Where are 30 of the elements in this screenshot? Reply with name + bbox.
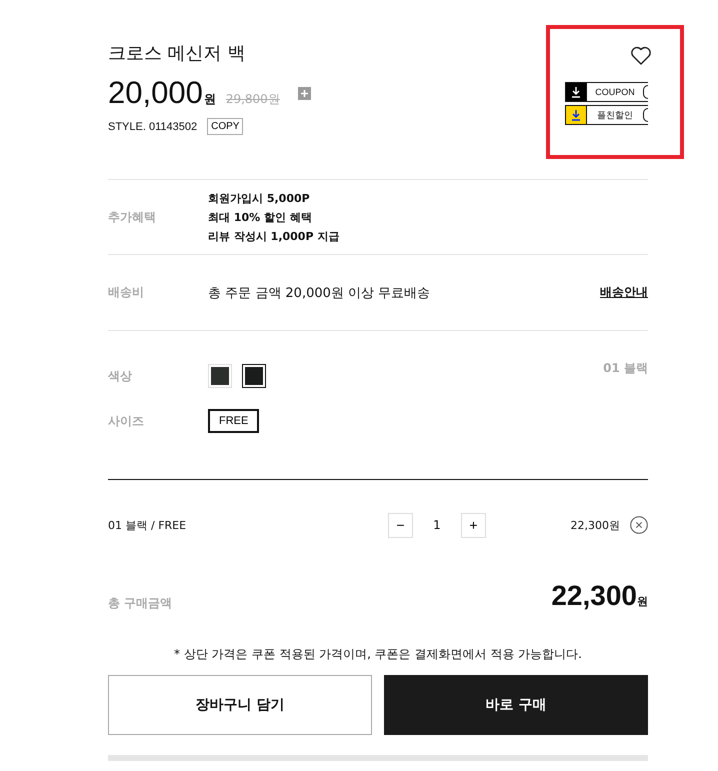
decrease-button[interactable]: − (388, 512, 413, 538)
copy-button[interactable]: COPY (207, 118, 244, 135)
style-number: STYLE. 01143502 (108, 120, 198, 132)
buy-now-button[interactable]: 바로 구매 (384, 675, 648, 735)
shipping-text: 총 주문 금액 20,000원 이상 무료배송 (208, 284, 432, 302)
selected-color-name: 01 블랙 (603, 360, 648, 377)
benefit-text: 회원가입시 5,000P (208, 190, 311, 206)
total-label: 총 구매금액 (108, 595, 174, 612)
color-label: 색상 (108, 368, 133, 384)
quantity-value: 1 (432, 518, 442, 532)
original-price: 29,800원 (226, 91, 280, 108)
total-unit: 원 (637, 595, 648, 608)
shipping-label: 배송비 (108, 284, 145, 301)
sale-price: 20,000 (108, 76, 203, 110)
total-amount: 22,300 (551, 580, 637, 611)
coupon-note: * 상단 가격은 쿠폰 적용된 가격이며, 쿠폰은 결제화면에서 적용 가능합니다. (173, 646, 583, 663)
size-label: 사이즈 (108, 412, 145, 430)
benefit-text: 최대 10% 할인 혜택 (208, 210, 313, 226)
add-to-cart-button[interactable]: 장바구니 담기 (108, 675, 372, 735)
product-title: 크로스 메신저 백 (108, 42, 246, 66)
shipping-info-link[interactable]: 배송안내 (600, 284, 648, 301)
benefit-text: 리뷰 작성시 1,000P 지급 (208, 228, 340, 244)
increase-button[interactable]: + (461, 512, 486, 538)
order-item-price: 22,300원 (570, 518, 620, 532)
price-unit: 원 (204, 91, 216, 108)
coupon-button[interactable]: 플친할인 (565, 105, 648, 125)
benefits-label: 추가혜택 (108, 208, 157, 226)
coupon-button[interactable]: COUPON (565, 82, 648, 102)
order-item-name: 01 블랙 / FREE (108, 518, 188, 532)
size-option[interactable]: FREE (208, 409, 260, 433)
